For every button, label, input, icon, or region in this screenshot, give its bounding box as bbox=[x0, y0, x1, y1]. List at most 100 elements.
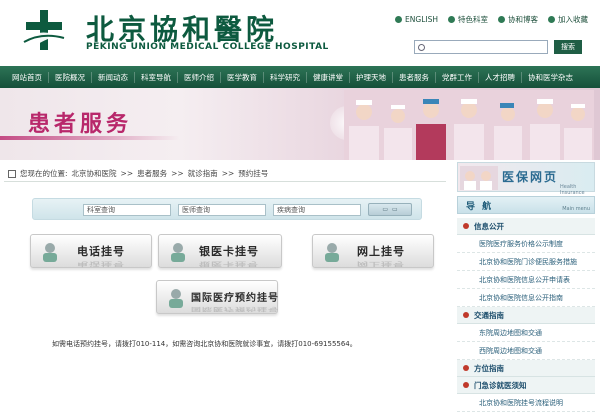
phone-appointment-reflection: 电话挂号 bbox=[77, 260, 125, 268]
international-appointment-button[interactable]: 国际医疗预约挂号 国际医疗预约挂号 bbox=[156, 280, 279, 314]
breadcrumb-separator: >> bbox=[221, 169, 235, 178]
top-links: ENGLISH 特色科室 协和博客 加入收藏 bbox=[395, 14, 588, 25]
sidebar-link[interactable]: 北京协和医院信息公开指南 bbox=[457, 289, 595, 307]
query-button-icon: ▭ bbox=[392, 206, 398, 213]
hospital-logo-icon[interactable] bbox=[20, 8, 68, 54]
breadcrumb: 您现在的位置: 北京协和医院 >> 患者服务 >> 就诊指南 >> 预约挂号 bbox=[8, 168, 268, 179]
breadcrumb-item-appointment[interactable]: 预约挂号 bbox=[238, 168, 268, 179]
sidebar-nav-title: 导 航 bbox=[466, 202, 494, 212]
header: 北京協和醫院 PEKING UNION MEDICAL COLLEGE HOSP… bbox=[0, 0, 600, 66]
nav-item-party-work[interactable]: 党群工作 bbox=[436, 71, 479, 83]
bullet-icon bbox=[463, 382, 469, 388]
sidebar-section-title: 信息公开 bbox=[474, 221, 504, 231]
sidebar-link[interactable]: 西院周边地图和交通 bbox=[457, 342, 595, 360]
breadcrumb-item-guide[interactable]: 就诊指南 bbox=[188, 168, 218, 179]
bullet-icon bbox=[463, 365, 469, 371]
online-appointment-reflection: 网上挂号 bbox=[357, 260, 405, 268]
international-appointment-label: 国际医疗预约挂号 bbox=[191, 293, 279, 304]
nav-item-recruitment[interactable]: 人才招聘 bbox=[479, 71, 522, 83]
card-operator-icon bbox=[171, 243, 185, 262]
breadcrumb-item-patient-services[interactable]: 患者服务 bbox=[137, 168, 167, 179]
toplink-english-label: ENGLISH bbox=[405, 15, 438, 24]
search-input[interactable] bbox=[414, 40, 548, 54]
nav-item-education[interactable]: 医学教育 bbox=[221, 71, 264, 83]
sidebar-section-visit-notice[interactable]: 门急诊就医须知 bbox=[457, 377, 595, 394]
nav-item-home[interactable]: 网站首页 bbox=[6, 71, 49, 83]
nav-item-departments[interactable]: 科室导航 bbox=[135, 71, 178, 83]
phone-operator-icon bbox=[43, 243, 57, 262]
toplink-favorite[interactable]: 加入收藏 bbox=[548, 14, 588, 25]
banner-underline bbox=[0, 136, 180, 140]
nav-item-nursing[interactable]: 护理天地 bbox=[350, 71, 393, 83]
breadcrumb-item-hospital[interactable]: 北京协和医院 bbox=[72, 168, 117, 179]
breadcrumb-prefix: 您现在的位置: bbox=[20, 169, 68, 178]
international-appointment-reflection: 国际医疗预约挂号 bbox=[191, 305, 279, 312]
health-insurance-subtitle: Health Insurance bbox=[560, 184, 585, 196]
phone-appointment-label: 电话挂号 bbox=[77, 245, 125, 258]
globe-icon bbox=[395, 16, 403, 23]
nurses-photo bbox=[344, 90, 594, 160]
toplink-blog[interactable]: 协和博客 bbox=[498, 14, 538, 25]
online-appointment-button[interactable]: 网上挂号 网上挂号 bbox=[312, 234, 434, 268]
nav-item-news[interactable]: 新闻动态 bbox=[92, 71, 135, 83]
people-icon bbox=[498, 16, 505, 23]
toplink-departments-label: 特色科室 bbox=[458, 15, 488, 24]
health-insurance-title: 医保网页 bbox=[502, 170, 559, 184]
toplink-english[interactable]: ENGLISH bbox=[395, 15, 438, 24]
sidebar-section-title: 交通指南 bbox=[474, 310, 504, 320]
search-icon bbox=[418, 44, 425, 51]
sidebar-section-info-disclosure[interactable]: 信息公开 bbox=[457, 218, 595, 235]
main-nav: 网站首页 医院概况 新闻动态 科室导航 医师介绍 医学教育 科学研究 健康讲堂 … bbox=[0, 66, 600, 88]
toplink-favorite-label: 加入收藏 bbox=[558, 15, 588, 24]
bullet-icon bbox=[463, 223, 469, 229]
sidebar-nav-subtitle: Main menu bbox=[562, 206, 590, 212]
home-icon bbox=[8, 169, 16, 178]
query-bar: 科室查询 医师查询 疾病查询 ▭ ▭ bbox=[32, 198, 422, 220]
phone-appointment-button[interactable]: 电话挂号 电话挂号 bbox=[30, 234, 152, 268]
sidebar-link[interactable]: 北京协和医院门诊便民服务措施 bbox=[457, 253, 595, 271]
international-operator-icon bbox=[169, 289, 183, 308]
sidebar-link[interactable]: 北京协和医院挂号流程说明 bbox=[457, 394, 595, 412]
sidebar-link[interactable]: 医院医疗服务价格公示制度 bbox=[457, 235, 595, 253]
query-button-icon: ▭ bbox=[382, 206, 388, 213]
sidebar-section-title: 方位指南 bbox=[474, 363, 504, 373]
favorite-icon bbox=[548, 16, 555, 23]
online-operator-icon bbox=[325, 243, 339, 262]
sidebar-link[interactable]: 北京协和医院信息公开申请表 bbox=[457, 271, 595, 289]
star-icon bbox=[448, 16, 455, 23]
breadcrumb-separator: >> bbox=[120, 169, 134, 178]
sidebar-list: 信息公开 医院医疗服务价格公示制度 北京协和医院门诊便民服务措施 北京协和医院信… bbox=[457, 218, 595, 412]
sidebar-section-title: 门急诊就医须知 bbox=[474, 380, 527, 390]
doctor-query-input[interactable]: 医师查询 bbox=[178, 204, 266, 216]
page-banner: 患者服务 bbox=[0, 88, 600, 160]
nav-item-overview[interactable]: 医院概况 bbox=[49, 71, 92, 83]
appointment-info-text: 如需电话预约挂号，请拨打010-114，如需咨询北京协和医院就诊事宜，请拨打01… bbox=[52, 340, 357, 348]
bank-card-appointment-label: 银医卡挂号 bbox=[199, 245, 259, 258]
toplink-blog-label: 协和博客 bbox=[508, 15, 538, 24]
online-appointment-label: 网上挂号 bbox=[357, 245, 405, 258]
divider bbox=[4, 181, 446, 182]
staff-photo bbox=[460, 166, 498, 190]
department-query-input[interactable]: 科室查询 bbox=[83, 204, 171, 216]
sidebar-section-traffic[interactable]: 交通指南 bbox=[457, 307, 595, 324]
health-insurance-banner[interactable]: 医保网页 Health Insurance bbox=[457, 162, 595, 196]
breadcrumb-separator: >> bbox=[171, 169, 184, 178]
sidebar-section-location[interactable]: 方位指南 bbox=[457, 360, 595, 377]
sidebar: 医保网页 Health Insurance 导 航 Main menu 信息公开… bbox=[457, 162, 595, 420]
nav-item-journal[interactable]: 协和医学杂志 bbox=[522, 72, 579, 83]
nav-item-health-lectures[interactable]: 健康讲堂 bbox=[307, 71, 350, 83]
bank-card-appointment-button[interactable]: 银医卡挂号 银医卡挂号 bbox=[158, 234, 282, 268]
sidebar-nav-header: 导 航 Main menu bbox=[457, 196, 595, 214]
toplink-departments[interactable]: 特色科室 bbox=[448, 14, 488, 25]
nav-item-research[interactable]: 科学研究 bbox=[264, 71, 307, 83]
search-button[interactable]: 搜索 bbox=[554, 40, 582, 54]
logo-english-text: PEKING UNION MEDICAL COLLEGE HOSPITAL bbox=[86, 42, 329, 52]
bullet-icon bbox=[463, 312, 469, 318]
nav-item-doctors[interactable]: 医师介绍 bbox=[178, 71, 221, 83]
nav-item-patient-services[interactable]: 患者服务 bbox=[393, 71, 436, 83]
site-search: 搜索 bbox=[414, 40, 582, 54]
sidebar-link[interactable]: 东院周边地图和交通 bbox=[457, 324, 595, 342]
query-submit-button[interactable]: ▭ ▭ bbox=[368, 203, 412, 216]
banner-title: 患者服务 bbox=[28, 111, 133, 137]
disease-query-input[interactable]: 疾病查询 bbox=[273, 204, 361, 216]
